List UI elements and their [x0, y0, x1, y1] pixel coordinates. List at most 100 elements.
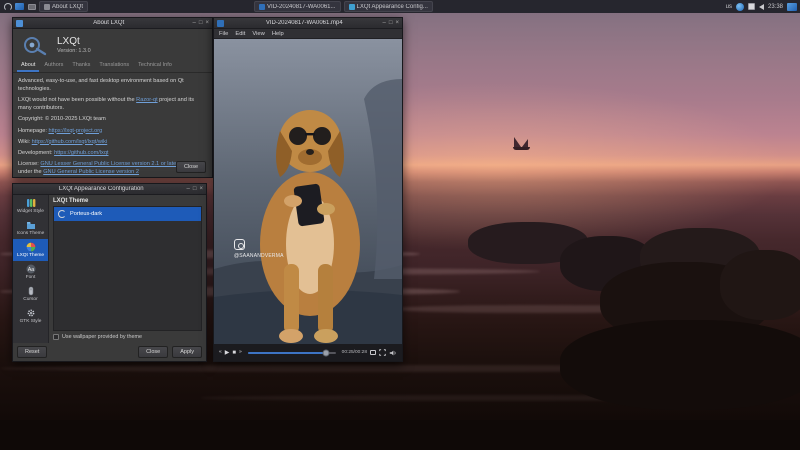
about-homepage: Homepage: https://lxqt-project.org — [18, 127, 207, 135]
checkbox-unchecked[interactable] — [53, 334, 59, 340]
minimize-icon[interactable]: – — [193, 20, 196, 26]
appearance-icon — [349, 4, 355, 10]
icons-theme-icon — [26, 220, 36, 230]
taskbar-item-video[interactable]: VID-20240817-WA0061... — [254, 1, 340, 12]
rock — [560, 320, 800, 410]
appearance-titlebar[interactable]: LXQt Appearance Configuration – □ × — [13, 184, 206, 195]
play-button[interactable]: ▶ — [225, 350, 230, 356]
video-titlebar[interactable]: VID-20240817-WA0061.mp4 – □ × — [214, 18, 402, 29]
sidebar-item-icons-theme[interactable]: Icons Theme — [13, 217, 48, 239]
wiki-link[interactable]: https://github.com/lxqt/lxqt/wiki — [32, 139, 108, 145]
volume-icon[interactable] — [759, 4, 764, 10]
tab-thanks[interactable]: Thanks — [68, 60, 94, 72]
taskbar-panel: About LXQt VID-20240817-WA0061... LXQt A… — [0, 0, 800, 13]
widget-style-icon — [26, 198, 36, 208]
video-menubar: File Edit View Help — [214, 29, 402, 39]
tab-technical-info[interactable]: Technical Info — [134, 60, 176, 72]
apply-button[interactable]: Apply — [172, 346, 202, 358]
sidebar-item-cursor[interactable]: Cursor — [13, 283, 48, 305]
menu-file[interactable]: File — [219, 31, 228, 37]
about-copyright: Copyright: © 2010-2025 LXQt team — [18, 115, 207, 123]
lgpl-link[interactable]: GNU Lesser General Public License versio… — [40, 161, 178, 167]
desktop-switcher-icon[interactable] — [787, 3, 797, 11]
window-list-icon[interactable] — [27, 2, 36, 11]
menu-help[interactable]: Help — [272, 31, 284, 37]
homepage-link[interactable]: https://lxqt-project.org — [48, 128, 102, 134]
section-title: LXQt Theme — [53, 198, 202, 204]
taskbar-item-appearance[interactable]: LXQt Appearance Config... — [344, 1, 433, 12]
rock — [720, 250, 800, 320]
video-player-window: VID-20240817-WA0061.mp4 – □ × File Edit … — [213, 17, 403, 362]
sidebar-item-widget-style[interactable]: Widget Style — [13, 195, 48, 217]
minimize-icon[interactable]: – — [383, 20, 386, 26]
show-desktop-icon[interactable] — [15, 2, 24, 11]
seek-fill — [248, 352, 326, 354]
checkbox-label: Use wallpaper provided by theme — [62, 334, 142, 340]
menu-edit[interactable]: Edit — [235, 31, 245, 37]
fullscreen-icon[interactable] — [379, 349, 386, 356]
minimize-icon[interactable]: – — [187, 186, 190, 192]
sailing-ship-silhouette — [513, 137, 533, 151]
about-lxqt-window: About LXQt – □ × LXQt Version: 1.3.0 Abo… — [12, 17, 213, 178]
close-button[interactable]: Close — [176, 161, 206, 173]
aspect-ratio-icon[interactable] — [370, 350, 376, 355]
taskbar-item-label: About LXQt — [52, 4, 83, 10]
font-icon: Aa — [26, 264, 36, 274]
sidebar-item-lxqt-theme[interactable]: LXQt Theme — [13, 239, 48, 261]
removable-media-icon[interactable] — [748, 3, 755, 10]
video-content-dog-on-couch — [214, 39, 402, 344]
appearance-main: LXQt Theme Porteus-dark Use wallpaper pr… — [49, 195, 206, 343]
about-window-icon — [16, 20, 23, 27]
taskbar-item-about[interactable]: About LXQt — [39, 1, 88, 12]
system-tray: us 23:38 — [726, 3, 797, 11]
stop-button[interactable]: ■ — [232, 350, 236, 356]
maximize-icon[interactable]: □ — [193, 186, 197, 192]
lxqt-theme-icon — [26, 242, 36, 252]
maximize-icon[interactable]: □ — [389, 20, 393, 26]
appearance-footer: Reset Close Apply — [13, 343, 206, 362]
seek-bar[interactable] — [248, 352, 336, 354]
about-wiki: Wiki: https://github.com/lxqt/lxqt/wiki — [18, 138, 207, 146]
video-watermark: @SAANANDVERMA — [234, 239, 284, 259]
close-button[interactable]: Close — [138, 346, 168, 358]
beach-shadow — [0, 420, 800, 450]
close-icon[interactable]: × — [199, 186, 203, 192]
theme-row-porteus-dark[interactable]: Porteus-dark — [54, 207, 201, 221]
close-icon[interactable]: × — [205, 20, 209, 26]
about-intro: Advanced, easy-to-use, and fast desktop … — [18, 77, 207, 93]
keyboard-layout-indicator[interactable]: us — [726, 4, 732, 10]
speaker-icon[interactable] — [389, 349, 397, 357]
taskbar-item-label: LXQt Appearance Config... — [357, 4, 428, 10]
network-icon[interactable] — [736, 3, 744, 11]
time-display: 00:25/00:28 — [342, 350, 367, 355]
sidebar-item-font[interactable]: Aa Font — [13, 261, 48, 283]
appearance-config-window: LXQt Appearance Configuration – □ × Widg… — [12, 183, 207, 362]
gpl-link[interactable]: GNU General Public License version 2 — [43, 169, 139, 175]
theme-name: Porteus-dark — [70, 211, 102, 217]
clock[interactable]: 23:38 — [768, 4, 783, 10]
seek-handle[interactable] — [322, 349, 329, 356]
video-frame[interactable]: @SAANANDVERMA — [214, 39, 402, 344]
app-menu-icon[interactable] — [3, 2, 12, 11]
tab-about[interactable]: About — [17, 60, 39, 72]
previous-button[interactable]: « — [219, 350, 222, 355]
app-name: LXQt — [57, 36, 91, 47]
appearance-window-title: LXQt Appearance Configuration — [16, 186, 187, 192]
appearance-sidebar: Widget Style Icons Theme LXQt Theme Aa F… — [13, 195, 49, 343]
reset-button[interactable]: Reset — [17, 346, 47, 358]
maximize-icon[interactable]: □ — [199, 20, 203, 26]
menu-view[interactable]: View — [252, 31, 264, 37]
theme-list[interactable]: Porteus-dark — [53, 206, 202, 331]
sidebar-item-gtk-style[interactable]: GTK Style — [13, 305, 48, 327]
gtk-style-icon — [26, 308, 36, 318]
about-titlebar[interactable]: About LXQt – □ × — [13, 18, 212, 29]
video-icon — [259, 4, 265, 10]
close-icon[interactable]: × — [395, 20, 399, 26]
razor-qt-link[interactable]: Razor-qt — [136, 97, 157, 103]
tab-translations[interactable]: Translations — [95, 60, 133, 72]
wallpaper-checkbox-row[interactable]: Use wallpaper provided by theme — [53, 334, 202, 340]
tab-authors[interactable]: Authors — [40, 60, 67, 72]
development-link[interactable]: https://github.com/lxqt — [54, 150, 108, 156]
window-icon — [44, 4, 50, 10]
next-button[interactable]: » — [239, 350, 242, 355]
